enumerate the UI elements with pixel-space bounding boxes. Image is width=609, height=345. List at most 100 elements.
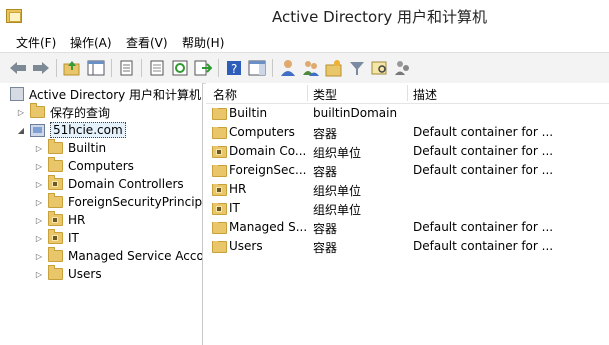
menu-view[interactable]: 查看(V) <box>126 34 168 51</box>
back-icon[interactable] <box>8 58 28 78</box>
menu-help[interactable]: 帮助(H) <box>182 34 224 51</box>
action-pane-icon[interactable] <box>247 58 267 78</box>
expand-arrow-icon[interactable]: ▷ <box>34 215 44 225</box>
folder-icon <box>48 265 63 280</box>
column-header-description[interactable]: 描述 <box>413 86 437 103</box>
folder-icon <box>48 193 63 208</box>
details-list[interactable]: 名称 类型 描述 Builtin builtinDomain Computers… <box>206 83 609 345</box>
item-name: Builtin <box>229 106 268 120</box>
toolbar: ? <box>0 52 609 84</box>
expand-arrow-icon[interactable]: ▷ <box>34 143 44 153</box>
list-item[interactable]: ForeignSec... 容器 Default container for .… <box>206 161 609 180</box>
delegate-icon[interactable] <box>393 58 413 78</box>
tree-item-it[interactable]: ▷ IT <box>34 229 79 247</box>
list-item[interactable]: HR 组织单位 <box>206 180 609 199</box>
item-type: 容器 <box>313 127 338 141</box>
expand-arrow-icon[interactable]: ▷ <box>34 179 44 189</box>
expand-arrow-icon[interactable]: ▷ <box>34 251 44 261</box>
new-group-icon[interactable] <box>301 58 321 78</box>
up-folder-icon[interactable] <box>62 58 82 78</box>
find-icon[interactable] <box>370 58 390 78</box>
folder-icon <box>212 165 227 177</box>
column-header-name[interactable]: 名称 <box>213 86 237 103</box>
menu-bar: 文件(F) 操作(A) 查看(V) 帮助(H) <box>0 32 609 52</box>
expand-arrow-icon[interactable]: ▷ <box>34 269 44 279</box>
menu-file[interactable]: 文件(F) <box>16 34 56 51</box>
forward-icon[interactable] <box>31 58 51 78</box>
tree-item-label: Domain Controllers <box>68 177 184 191</box>
domain-icon <box>30 123 45 137</box>
refresh-icon[interactable] <box>170 58 190 78</box>
tree-domain[interactable]: ◢ 51hcie.com <box>16 121 126 139</box>
item-description: Default container for ... <box>413 163 554 177</box>
ou-folder-icon <box>48 211 63 226</box>
list-item[interactable]: Computers 容器 Default container for ... <box>206 123 609 142</box>
item-description: Default container for ... <box>413 144 554 158</box>
item-type: 组织单位 <box>313 203 362 217</box>
item-name: IT <box>229 201 240 215</box>
folder-icon <box>212 222 227 234</box>
list-item[interactable]: Domain Co... 组织单位 Default container for … <box>206 142 609 161</box>
tree-item-label: Users <box>68 267 102 281</box>
item-type: 容器 <box>313 241 338 255</box>
folder-icon <box>48 139 63 154</box>
folder-icon <box>212 108 227 120</box>
expand-arrow-icon[interactable]: ▷ <box>34 233 44 243</box>
tree-item-domain-controllers[interactable]: ▷ Domain Controllers <box>34 175 184 193</box>
console-tree-icon[interactable] <box>86 58 106 78</box>
list-item[interactable]: Users 容器 Default container for ... <box>206 237 609 256</box>
folder-icon <box>212 127 227 139</box>
toolbar-separator <box>111 59 112 77</box>
tree-item-label: Builtin <box>68 141 107 155</box>
column-header-type[interactable]: 类型 <box>313 86 337 103</box>
item-name: Domain Co... <box>229 144 307 158</box>
window-title: Active Directory 用户和计算机 <box>271 8 488 26</box>
filter-icon[interactable] <box>347 58 367 78</box>
new-user-icon[interactable] <box>278 58 298 78</box>
folder-icon <box>30 103 45 118</box>
tree-saved-queries-label: 保存的查询 <box>50 105 111 120</box>
svg-text:?: ? <box>231 62 237 76</box>
menu-action[interactable]: 操作(A) <box>70 34 112 51</box>
tree-item-label: HR <box>68 213 86 227</box>
console-tree[interactable]: Active Directory 用户和计算机 ▷ 保存的查询 ◢ 51hcie… <box>0 83 203 345</box>
item-type: 组织单位 <box>313 146 362 160</box>
column-divider[interactable] <box>307 85 308 101</box>
copy-icon[interactable] <box>117 58 137 78</box>
toolbar-separator <box>218 59 219 77</box>
tree-item-hr[interactable]: ▷ HR <box>34 211 85 229</box>
folder-icon <box>212 241 227 253</box>
new-ou-icon[interactable] <box>324 58 344 78</box>
tree-item-label: IT <box>68 231 79 245</box>
tree-item-computers[interactable]: ▷ Computers <box>34 157 134 175</box>
list-item[interactable]: Builtin builtinDomain <box>206 104 609 123</box>
tree-item-users[interactable]: ▷ Users <box>34 265 102 283</box>
expand-arrow-icon[interactable]: ▷ <box>16 107 26 117</box>
folder-icon <box>48 247 63 262</box>
tree-item-builtin[interactable]: ▷ Builtin <box>34 139 106 157</box>
tree-item-label: Computers <box>68 159 134 173</box>
item-description: Default container for ... <box>413 125 554 139</box>
collapse-arrow-icon[interactable]: ◢ <box>16 125 26 135</box>
tree-saved-queries[interactable]: ▷ 保存的查询 <box>16 103 110 121</box>
expand-arrow-icon[interactable]: ▷ <box>34 161 44 171</box>
item-name: ForeignSec... <box>229 163 307 177</box>
list-item[interactable]: IT 组织单位 <box>206 199 609 218</box>
help-icon[interactable]: ? <box>224 58 244 78</box>
properties-icon[interactable] <box>147 58 167 78</box>
export-icon[interactable] <box>193 58 213 78</box>
item-name: Computers <box>229 125 295 139</box>
ad-users-computers-icon <box>10 87 24 101</box>
item-name: Managed S... <box>229 220 308 234</box>
column-divider[interactable] <box>407 85 408 101</box>
item-type: 容器 <box>313 222 338 236</box>
tree-item-managed-service-accounts[interactable]: ▷ Managed Service Acco <box>34 247 202 265</box>
tree-item-foreign-security-principals[interactable]: ▷ ForeignSecurityPrincipa <box>34 193 202 211</box>
ou-folder-icon <box>212 203 227 215</box>
list-item[interactable]: Managed S... 容器 Default container for ..… <box>206 218 609 237</box>
ou-folder-icon <box>48 175 63 190</box>
toolbar-separator <box>272 59 273 77</box>
list-header: 名称 类型 描述 <box>206 83 609 104</box>
tree-root[interactable]: Active Directory 用户和计算机 <box>10 85 201 103</box>
expand-arrow-icon[interactable]: ▷ <box>34 197 44 207</box>
